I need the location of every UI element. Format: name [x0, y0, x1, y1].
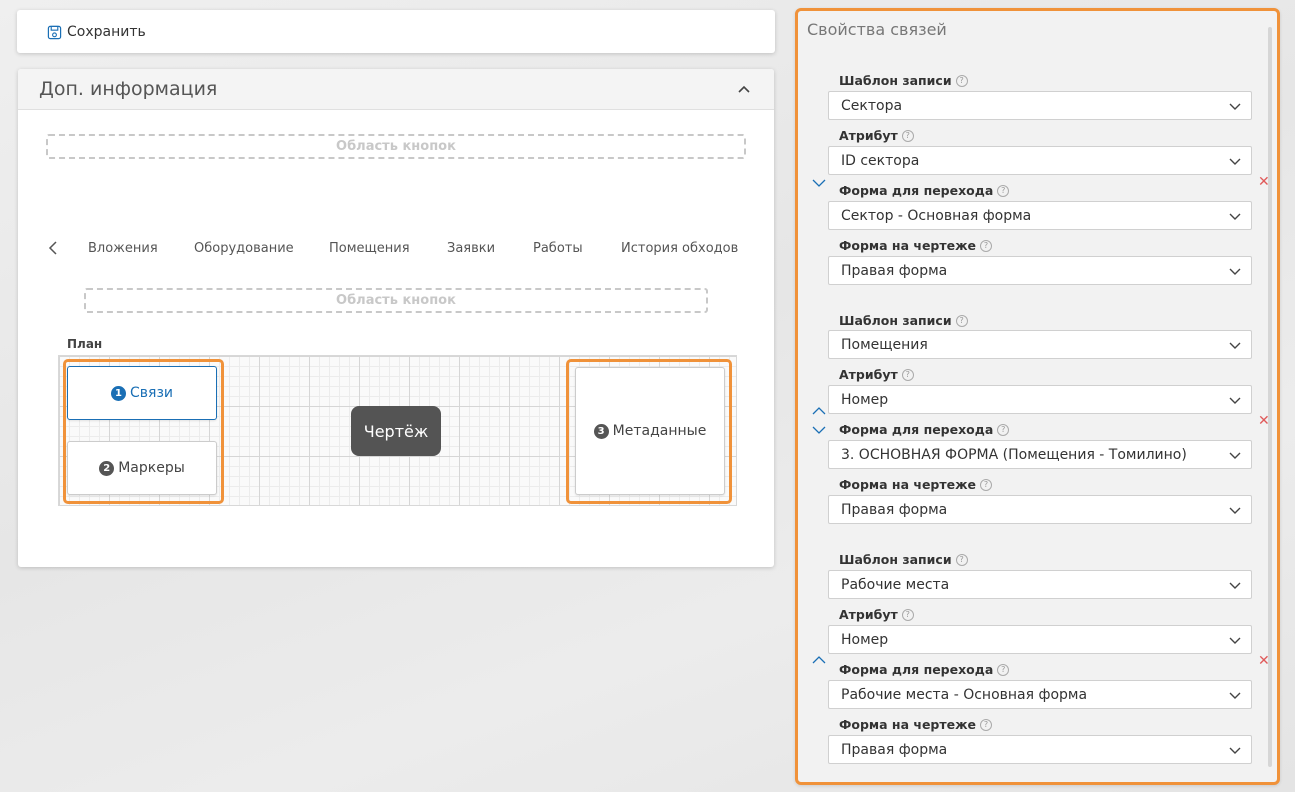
chevron-down-icon [1229, 747, 1241, 754]
drawing-form-label: Форма на чертеже? [839, 238, 993, 253]
move-down-icon[interactable] [811, 424, 827, 436]
button-area-bottom: Область кнопок [84, 288, 708, 313]
help-icon[interactable]: ? [955, 74, 968, 87]
plan-label: План [67, 337, 103, 351]
help-icon[interactable]: ? [997, 423, 1010, 436]
move-up-icon[interactable] [811, 654, 827, 666]
template-label: Шаблон записи? [839, 73, 968, 88]
template-select[interactable]: Сектора [828, 91, 1252, 120]
button-area-label: Область кнопок [336, 293, 456, 308]
save-label: Сохранить [67, 24, 146, 40]
tab-requests[interactable]: Заявки [447, 241, 495, 256]
nav-form-label: Форма для перехода? [839, 422, 1010, 437]
drawing-label: Чертёж [363, 421, 429, 441]
drawing-form-value: Правая форма [841, 263, 948, 279]
help-icon[interactable]: ? [955, 314, 968, 327]
drawing-form-select[interactable]: Правая форма [828, 495, 1252, 524]
chevron-down-icon [1229, 397, 1241, 404]
help-icon[interactable]: ? [901, 368, 914, 381]
close-icon[interactable]: ✕ [1258, 175, 1270, 189]
help-icon[interactable]: ? [980, 478, 993, 491]
chevron-down-icon [1229, 582, 1241, 589]
drawing-form-value: Правая форма [841, 742, 948, 758]
tab-attachments[interactable]: Вложения [88, 241, 158, 256]
help-icon[interactable]: ? [997, 663, 1010, 676]
drawing-form-label: Форма на чертеже? [839, 477, 993, 492]
drawing-chip[interactable]: Чертёж [351, 406, 441, 456]
help-icon[interactable]: ? [980, 718, 993, 731]
close-icon[interactable]: ✕ [1258, 414, 1270, 428]
chevron-down-icon [1229, 268, 1241, 275]
template-value: Помещения [841, 337, 928, 353]
attribute-select[interactable]: Номер [828, 385, 1252, 414]
drawing-form-value: Правая форма [841, 502, 948, 518]
attribute-select[interactable]: Номер [828, 625, 1252, 654]
template-label: Шаблон записи? [839, 552, 968, 567]
button-area-top: Область кнопок [46, 134, 746, 159]
toolbar: Сохранить [17, 10, 775, 53]
nav-form-value: Сектор - Основная форма [841, 208, 1032, 224]
drawing-form-select[interactable]: Правая форма [828, 256, 1252, 285]
nav-form-value: 3. ОСНОВНАЯ ФОРМА (Помещения - Томилино) [841, 447, 1187, 463]
chevron-down-icon [1229, 637, 1241, 644]
tab-works[interactable]: Работы [533, 241, 583, 256]
drawing-form-label: Форма на чертеже? [839, 717, 993, 732]
move-down-icon[interactable] [811, 177, 827, 189]
chevron-down-icon [1229, 342, 1241, 349]
attribute-value: ID сектора [841, 153, 920, 169]
nav-form-value: Рабочие места - Основная форма [841, 687, 1088, 703]
drawing-form-select[interactable]: Правая форма [828, 735, 1252, 764]
chevron-down-icon [1229, 452, 1241, 459]
help-icon[interactable]: ? [901, 608, 914, 621]
link-properties-panel: Свойства связей Шаблон записи? Сектора А… [795, 8, 1280, 785]
template-select[interactable]: Помещения [828, 330, 1252, 359]
attribute-value: Номер [841, 392, 889, 408]
chevron-up-icon[interactable] [736, 81, 752, 97]
tab-inspection-history[interactable]: История обходов [621, 241, 738, 256]
button-area-label: Область кнопок [336, 139, 456, 154]
chevron-down-icon [1229, 507, 1241, 514]
panel-header[interactable]: Доп. информация [18, 69, 774, 110]
close-icon[interactable]: ✕ [1258, 654, 1270, 668]
save-button[interactable]: Сохранить [47, 22, 146, 42]
save-icon [47, 25, 62, 40]
nav-form-label: Форма для перехода? [839, 662, 1010, 677]
tab-equipment[interactable]: Оборудование [194, 241, 294, 256]
chevron-left-icon[interactable] [47, 240, 59, 256]
chevron-down-icon [1229, 213, 1241, 220]
props-title: Свойства связей [807, 20, 947, 39]
chevron-down-icon [1229, 103, 1241, 110]
attribute-select[interactable]: ID сектора [828, 146, 1252, 175]
chevron-down-icon [1229, 692, 1241, 699]
template-value: Рабочие места [841, 577, 950, 593]
help-icon[interactable]: ? [901, 129, 914, 142]
help-icon[interactable]: ? [955, 553, 968, 566]
highlight-frame-left [63, 359, 224, 504]
attribute-label: Атрибут? [839, 367, 914, 382]
nav-form-select[interactable]: 3. ОСНОВНАЯ ФОРМА (Помещения - Томилино) [828, 440, 1252, 469]
nav-form-label: Форма для перехода? [839, 183, 1010, 198]
additional-info-panel: Доп. информация Область кнопок Вложения … [18, 69, 774, 567]
nav-form-select[interactable]: Сектор - Основная форма [828, 201, 1252, 230]
template-label: Шаблон записи? [839, 313, 968, 328]
tab-rooms[interactable]: Помещения [329, 241, 410, 256]
highlight-frame-right [566, 359, 732, 504]
move-up-icon[interactable] [811, 405, 827, 417]
chevron-down-icon [1229, 158, 1241, 165]
template-select[interactable]: Рабочие места [828, 570, 1252, 599]
nav-form-select[interactable]: Рабочие места - Основная форма [828, 680, 1252, 709]
attribute-label: Атрибут? [839, 607, 914, 622]
template-value: Сектора [841, 98, 903, 114]
panel-title: Доп. информация [39, 78, 218, 100]
help-icon[interactable]: ? [980, 239, 993, 252]
attribute-label: Атрибут? [839, 128, 914, 143]
attribute-value: Номер [841, 632, 889, 648]
help-icon[interactable]: ? [997, 184, 1010, 197]
